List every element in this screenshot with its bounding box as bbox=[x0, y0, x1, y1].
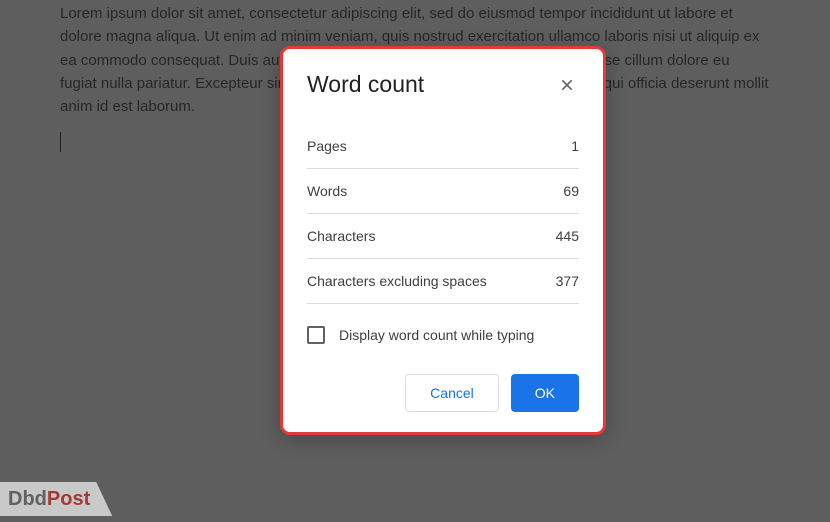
checkbox-label: Display word count while typing bbox=[339, 327, 534, 343]
close-icon bbox=[559, 77, 575, 93]
display-while-typing-row[interactable]: Display word count while typing bbox=[307, 304, 579, 374]
close-button[interactable] bbox=[555, 73, 579, 97]
stat-row-words: Words 69 bbox=[307, 169, 579, 214]
dialog-title: Word count bbox=[307, 71, 424, 98]
watermark-part2: Post bbox=[47, 488, 90, 511]
characters-no-spaces-value: 377 bbox=[556, 273, 579, 289]
characters-value: 445 bbox=[556, 228, 579, 244]
words-value: 69 bbox=[563, 183, 579, 199]
pages-label: Pages bbox=[307, 138, 347, 154]
watermark-badge: DbdPost bbox=[0, 482, 112, 516]
checkbox-unchecked-icon[interactable] bbox=[307, 326, 325, 344]
characters-label: Characters bbox=[307, 228, 375, 244]
words-label: Words bbox=[307, 183, 347, 199]
cancel-button[interactable]: Cancel bbox=[405, 374, 499, 412]
stat-row-pages: Pages 1 bbox=[307, 124, 579, 169]
characters-no-spaces-label: Characters excluding spaces bbox=[307, 273, 487, 289]
stat-row-characters-no-spaces: Characters excluding spaces 377 bbox=[307, 259, 579, 304]
dialog-footer: Cancel OK bbox=[307, 374, 579, 412]
stat-row-characters: Characters 445 bbox=[307, 214, 579, 259]
ok-button[interactable]: OK bbox=[511, 374, 579, 412]
watermark-part1: Dbd bbox=[8, 488, 47, 511]
pages-value: 1 bbox=[571, 138, 579, 154]
dialog-header: Word count bbox=[307, 71, 579, 98]
word-count-dialog: Word count Pages 1 Words 69 Characters 4… bbox=[280, 46, 606, 435]
